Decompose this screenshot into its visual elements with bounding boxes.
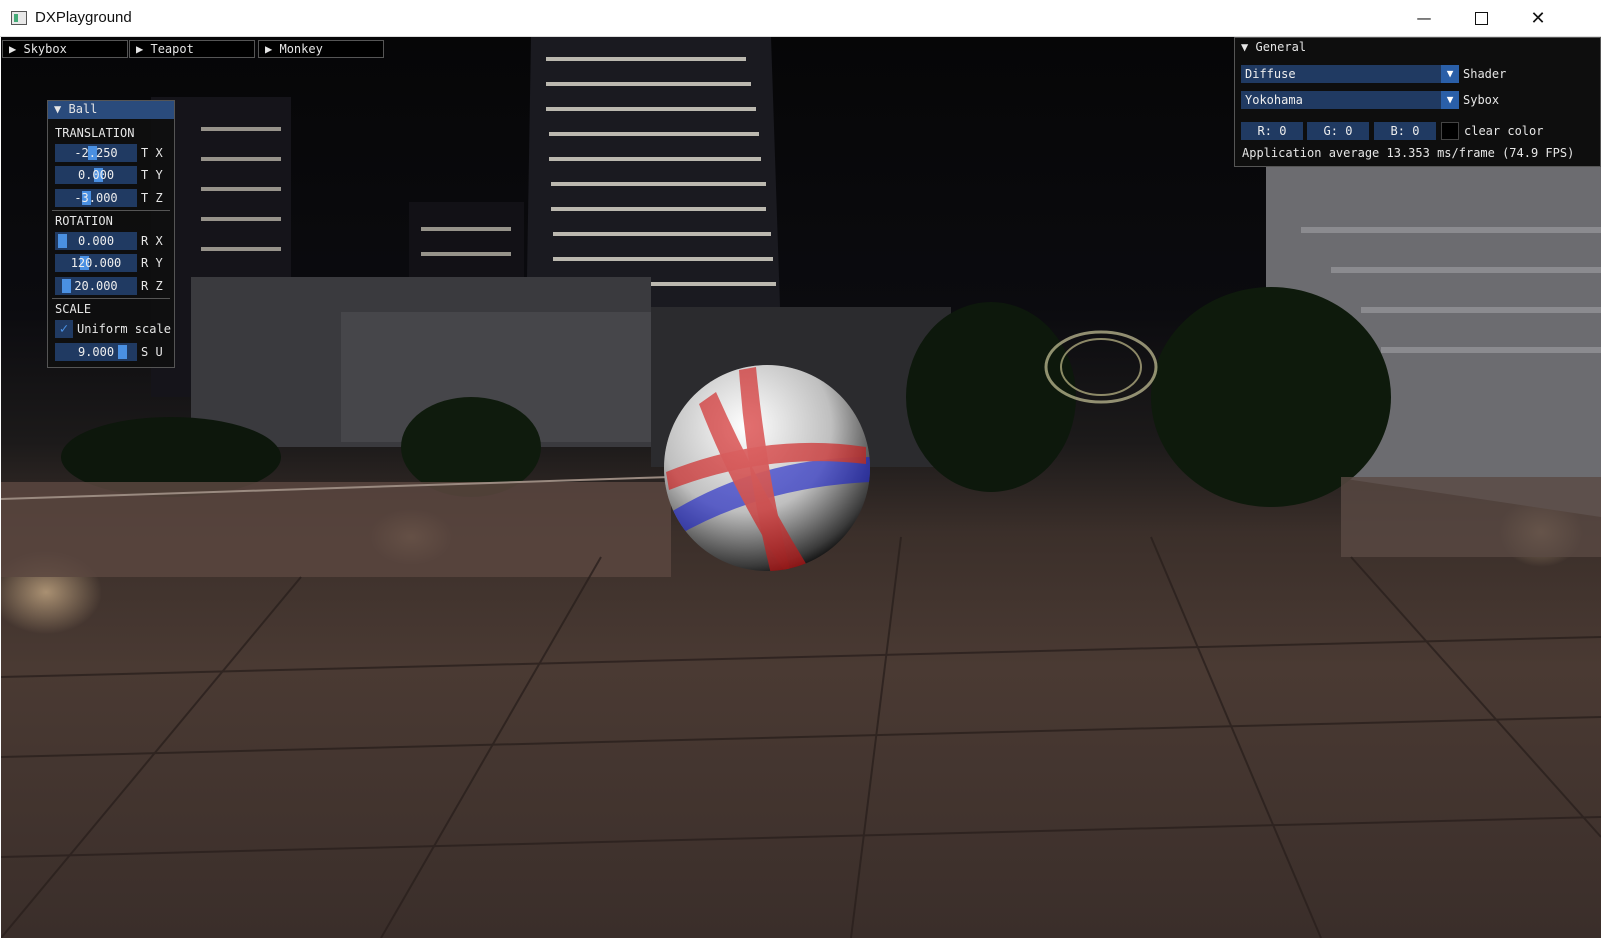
ball-panel-header[interactable]: ▼ Ball [48,101,174,119]
close-icon: ✕ [1530,7,1546,29]
separator [52,298,170,299]
shader-select[interactable]: Diffuse ▼ [1241,65,1459,83]
translation-z-label: T Z [141,191,163,205]
app-icon [11,11,27,25]
teapot-header-label: Teapot [150,42,194,56]
separator [52,210,170,211]
scale-uniform-label: S U [141,345,163,359]
rotation-heading: ROTATION [55,214,113,228]
clear-color-g-field[interactable]: G: 0 [1307,122,1369,140]
scale-uniform-field[interactable]: 9.000 [55,343,137,361]
close-button[interactable]: ✕ [1509,0,1567,36]
rotation-z-value: 20.000 [74,279,118,293]
clear-color-label: clear color [1464,124,1544,138]
skybox-header-label: Skybox [23,42,67,56]
rotation-x-field[interactable]: 0.000 [55,232,137,250]
general-panel-header[interactable]: ▼ General [1235,38,1600,56]
uniform-scale-checkbox[interactable]: ✓ [55,320,73,338]
rotation-y-label: R Y [141,256,163,270]
translation-x-label: T X [141,146,163,160]
triangle-right-icon: ▶ [265,42,273,56]
translation-y-label: T Y [141,168,163,182]
scale-uniform-value: 9.000 [77,345,115,359]
translation-heading: TRANSLATION [55,126,135,140]
checkmark-icon: ✓ [59,321,69,337]
rotation-z-field[interactable]: 20.000 [55,277,137,295]
translation-x-field[interactable]: -2.250 [55,144,137,162]
triangle-down-icon: ▼ [1241,40,1249,54]
teapot-header[interactable]: ▶ Teapot [129,40,255,58]
skybox-select-value: Yokohama [1245,93,1303,107]
triangle-down-icon: ▼ [54,102,62,116]
skybox-select[interactable]: Yokohama ▼ [1241,91,1459,109]
slider-grab [58,234,67,248]
clear-color-swatch[interactable] [1441,122,1459,140]
general-panel-title: General [1255,40,1307,54]
maximize-button[interactable] [1452,0,1510,36]
ball-panel-title: Ball [68,102,98,116]
minimize-button[interactable]: — [1395,0,1453,36]
slider-grab [118,345,127,359]
shader-select-value: Diffuse [1245,67,1296,81]
uniform-scale-label: Uniform scale [77,322,171,336]
clear-color-r-field[interactable]: R: 0 [1241,122,1303,140]
shader-label: Shader [1463,67,1507,81]
minimize-icon: — [1416,9,1432,27]
rotation-y-field[interactable]: 120.000 [55,254,137,272]
slider-grab [62,279,71,293]
rotation-z-label: R Z [141,279,163,293]
clear-color-b-field[interactable]: B: 0 [1374,122,1436,140]
rotation-y-value: 120.000 [70,256,122,270]
rotation-x-label: R X [141,234,163,248]
maximize-icon [1474,11,1488,25]
translation-x-value: -2.250 [74,146,118,160]
skybox-label: Sybox [1463,93,1500,107]
monkey-header-label: Monkey [279,42,323,56]
translation-y-field[interactable]: 0.000 [55,166,137,184]
window-title: DXPlayground [35,9,132,26]
translation-y-value: 0.000 [77,168,115,182]
chevron-down-icon: ▼ [1441,65,1459,83]
skybox-header[interactable]: ▶ Skybox [2,40,128,58]
render-viewport[interactable]: ▶ Skybox ▶ Teapot ▶ Monkey ▼ Ball TRANSL… [1,37,1601,938]
ball-panel: ▼ Ball TRANSLATION -2.250 T X 0.000 T Y … [47,100,175,368]
translation-z-value: -3.000 [74,191,118,205]
ball-model [664,365,870,571]
general-panel: ▼ General Diffuse ▼ Shader Yokohama ▼ Sy… [1234,37,1601,167]
monkey-header[interactable]: ▶ Monkey [258,40,384,58]
fps-stats-text: Application average 13.353 ms/frame (74.… [1242,146,1575,160]
chevron-down-icon: ▼ [1441,91,1459,109]
title-bar: DXPlayground — ✕ [0,0,1601,37]
triangle-right-icon: ▶ [9,42,17,56]
translation-z-field[interactable]: -3.000 [55,189,137,207]
triangle-right-icon: ▶ [136,42,144,56]
scale-heading: SCALE [55,302,92,316]
rotation-x-value: 0.000 [77,234,115,248]
